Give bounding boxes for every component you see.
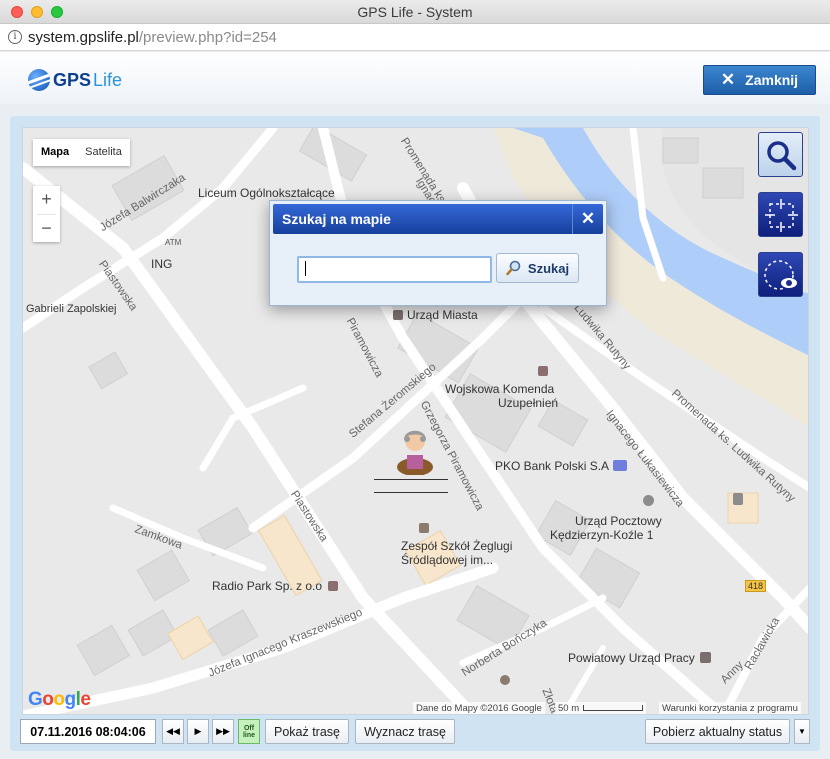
text-caret (305, 261, 306, 276)
map-type-mapa[interactable]: Mapa (33, 139, 77, 166)
scale-bar (583, 705, 644, 711)
poi-wojskowa-line2[interactable]: Uzupełnień (498, 396, 558, 410)
get-status-button[interactable]: Pobierz aktualny status (645, 719, 790, 744)
close-icon: ✕ (580, 209, 596, 228)
set-route-button[interactable]: Wyznacz trasę (355, 719, 455, 744)
street-zapolskiej: Gabrieli Zapolskiej (26, 303, 117, 315)
gpslife-logo: GPS Life (28, 67, 122, 93)
zoom-control: + − (33, 186, 60, 242)
map-terms-link[interactable]: Warunki korzystania z programu (659, 702, 801, 714)
bank-icon (613, 460, 628, 471)
search-dialog: Szukaj na mapie ✕ Szukaj (269, 200, 607, 306)
window-titlebar: GPS Life - System (0, 0, 830, 24)
play-button[interactable]: ▶ (187, 719, 209, 744)
magnifier-icon (767, 141, 797, 171)
fast-forward-button[interactable]: ▶▶ (212, 719, 234, 744)
poi-powiatowy[interactable]: Powiatowy Urząd Pracy (568, 651, 711, 665)
datetime-field[interactable]: 07.11.2016 08:04:06 (20, 719, 156, 744)
map-type-satelita[interactable]: Satelita (77, 139, 130, 166)
search-input[interactable] (297, 256, 492, 283)
url-text[interactable]: system.gpslife.pl/preview.php?id=254 (28, 29, 277, 46)
poi-szkola-line1[interactable]: Zespół Szkół Żeglugi (401, 539, 512, 553)
marker-label-line (374, 492, 448, 493)
window-title: GPS Life - System (357, 4, 473, 20)
poi-marker-icon (538, 366, 548, 376)
building-icon (699, 652, 711, 663)
zoom-out-button[interactable]: − (33, 215, 60, 243)
fuel-icon (733, 493, 743, 505)
eye-area-icon (764, 260, 797, 290)
fast-forward-icon: ▶▶ (216, 726, 230, 736)
info-icon[interactable]: i (8, 30, 22, 44)
play-icon: ▶ (194, 726, 202, 736)
poi-szkola-line2[interactable]: Śródlądowej im... (401, 553, 493, 567)
zoom-in-button[interactable]: + (33, 186, 60, 214)
building-icon (393, 310, 403, 320)
logo-life-text: Life (93, 69, 123, 90)
poi-poczta-line1[interactable]: Urząd Pocztowy (575, 514, 662, 528)
person-icon (397, 430, 433, 476)
atm-icon[interactable]: ATM (165, 238, 181, 247)
address-bar[interactable]: i system.gpslife.pl/preview.php?id=254 (0, 24, 830, 51)
marker-label-line (374, 479, 448, 480)
rewind-icon: ◀◀ (166, 726, 180, 736)
dialog-close-button[interactable]: ✕ (572, 204, 603, 234)
chevron-down-icon: ▼ (798, 727, 806, 736)
google-logo[interactable]: Google (28, 689, 91, 711)
search-button-label: Szukaj (527, 260, 570, 276)
close-button[interactable]: ✕ Zamknij (703, 65, 816, 95)
road-shield-418: 418 (745, 580, 767, 592)
school-icon (419, 523, 429, 533)
search-map-tool-button[interactable] (758, 132, 803, 177)
status-dropdown-button[interactable]: ▼ (794, 719, 810, 744)
poi-ing[interactable]: ING (151, 257, 172, 271)
dialog-title: Szukaj na mapie (282, 211, 391, 227)
poi-pko[interactable]: PKO Bank Polski S.A (495, 459, 628, 473)
dialog-header: Szukaj na mapie ✕ (273, 204, 603, 234)
select-area-tool-button[interactable] (758, 192, 803, 237)
person-avatar-marker[interactable] (395, 425, 435, 476)
search-button[interactable]: Szukaj (496, 253, 579, 283)
poi-liceum[interactable]: Liceum Ogólnokształcące (198, 186, 335, 200)
poi-marker-icon (328, 581, 339, 591)
view-area-tool-button[interactable] (758, 252, 803, 297)
rewind-button[interactable]: ◀◀ (162, 719, 184, 744)
offline-toggle[interactable]: Off line (238, 719, 260, 744)
globe-logo-icon (28, 69, 50, 91)
close-icon: ✕ (720, 70, 736, 89)
logo-gps-text: GPS (53, 69, 92, 90)
map-type-control: Mapa Satelita (33, 139, 130, 166)
poi-poczta-line2[interactable]: Kędzierzyn-Koźle 1 (550, 528, 653, 542)
map-scale[interactable]: 50 m (555, 702, 647, 714)
search-icon (506, 260, 521, 276)
poi-urzad-miasta[interactable]: Urząd Miasta (393, 308, 478, 322)
show-route-button[interactable]: Pokaż trasę (265, 719, 349, 744)
poi-wojskowa-line1[interactable]: Wojskowa Komenda (445, 382, 554, 396)
church-icon (500, 675, 510, 685)
poi-radio[interactable]: Radio Park Sp. z o.o (212, 579, 339, 593)
mail-icon (643, 495, 654, 506)
area-select-icon (765, 199, 798, 232)
close-button-label: Zamknij (745, 72, 799, 88)
map-attribution[interactable]: Dane do Mapy ©2016 Google (413, 702, 545, 714)
